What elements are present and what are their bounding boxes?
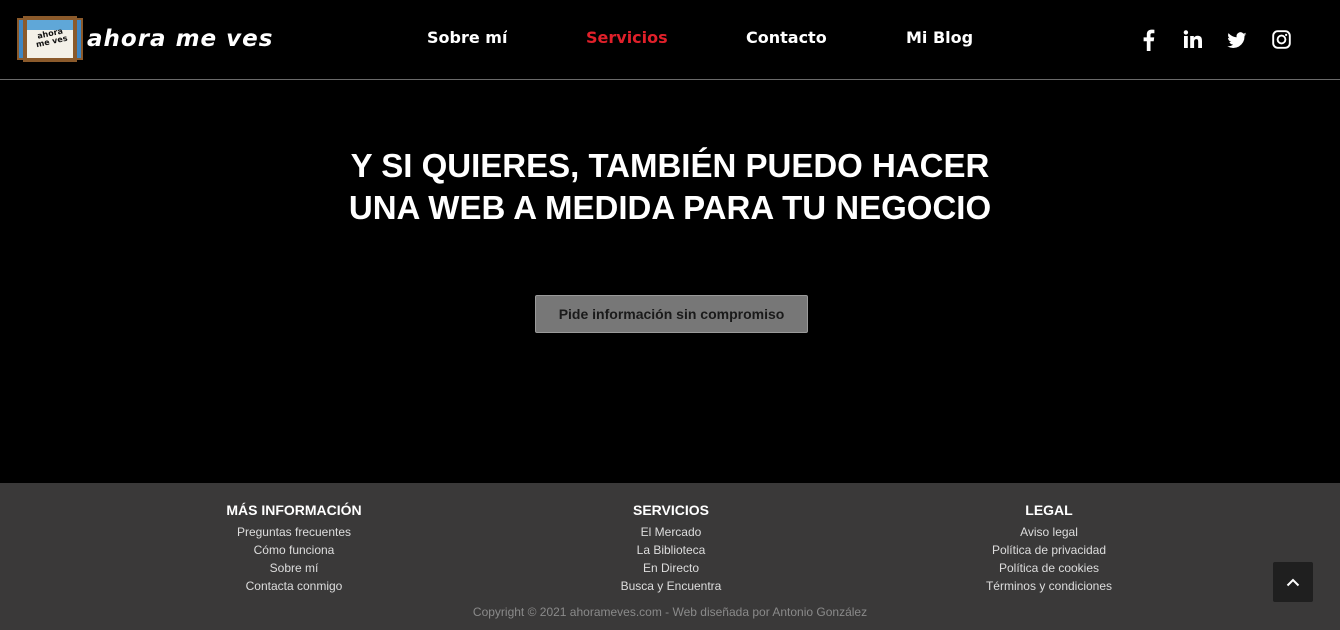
nav-item-servicios[interactable]: Servicios	[586, 28, 668, 47]
hero-title-line-1: Y SI QUIERES, TAMBIÉN PUEDO HACER	[350, 147, 990, 184]
footer-column-legal: LEGAL Aviso legal Política de privacidad…	[899, 502, 1199, 595]
footer-link[interactable]: En Directo	[521, 559, 821, 577]
copyright-text: Copyright © 2021 ahorameves.com - Web di…	[472, 605, 868, 619]
site-footer: MÁS INFORMACIÓN Preguntas frecuentes Cóm…	[0, 483, 1340, 630]
site-header: ahora me ves ahora me ves Sobre mí Servi…	[0, 0, 1340, 80]
nav-item-blog[interactable]: Mi Blog	[906, 28, 973, 47]
footer-link[interactable]: Aviso legal	[899, 523, 1199, 541]
chevron-up-icon	[1286, 578, 1300, 587]
footer-heading: LEGAL	[1025, 502, 1073, 518]
footer-link[interactable]: Política de cookies	[899, 559, 1199, 577]
footer-heading: SERVICIOS	[633, 502, 709, 518]
scroll-to-top-button[interactable]	[1273, 562, 1313, 602]
footer-link[interactable]: El Mercado	[521, 523, 821, 541]
footer-link[interactable]: Cómo funciona	[144, 541, 444, 559]
footer-link[interactable]: Política de privacidad	[899, 541, 1199, 559]
hero-title: Y SI QUIERES, TAMBIÉN PUEDO HACER UNA WE…	[0, 145, 1340, 229]
request-info-button[interactable]: Pide información sin compromiso	[535, 295, 808, 333]
twitter-icon[interactable]	[1227, 29, 1247, 51]
footer-link[interactable]: Sobre mí	[144, 559, 444, 577]
nav-item-contacto[interactable]: Contacto	[746, 28, 827, 47]
footer-link[interactable]: Busca y Encuentra	[521, 577, 821, 595]
hero-title-line-2: UNA WEB A MEDIDA PARA TU NEGOCIO	[348, 189, 992, 226]
footer-column-services: SERVICIOS El Mercado La Biblioteca En Di…	[521, 502, 821, 595]
instagram-icon[interactable]	[1272, 29, 1291, 51]
facebook-icon[interactable]	[1140, 29, 1156, 51]
main-nav: Sobre mí Servicios Contacto Mi Blog	[0, 28, 1340, 52]
linkedin-icon[interactable]	[1183, 29, 1202, 51]
footer-heading: MÁS INFORMACIÓN	[226, 502, 362, 518]
hero-section: Y SI QUIERES, TAMBIÉN PUEDO HACER UNA WE…	[0, 81, 1340, 483]
footer-link[interactable]: Preguntas frecuentes	[144, 523, 444, 541]
footer-link[interactable]: Términos y condiciones	[899, 577, 1199, 595]
nav-item-sobre-mi[interactable]: Sobre mí	[427, 28, 507, 47]
footer-link[interactable]: Contacta conmigo	[144, 577, 444, 595]
footer-link[interactable]: La Biblioteca	[521, 541, 821, 559]
footer-column-info: MÁS INFORMACIÓN Preguntas frecuentes Cóm…	[144, 502, 444, 595]
